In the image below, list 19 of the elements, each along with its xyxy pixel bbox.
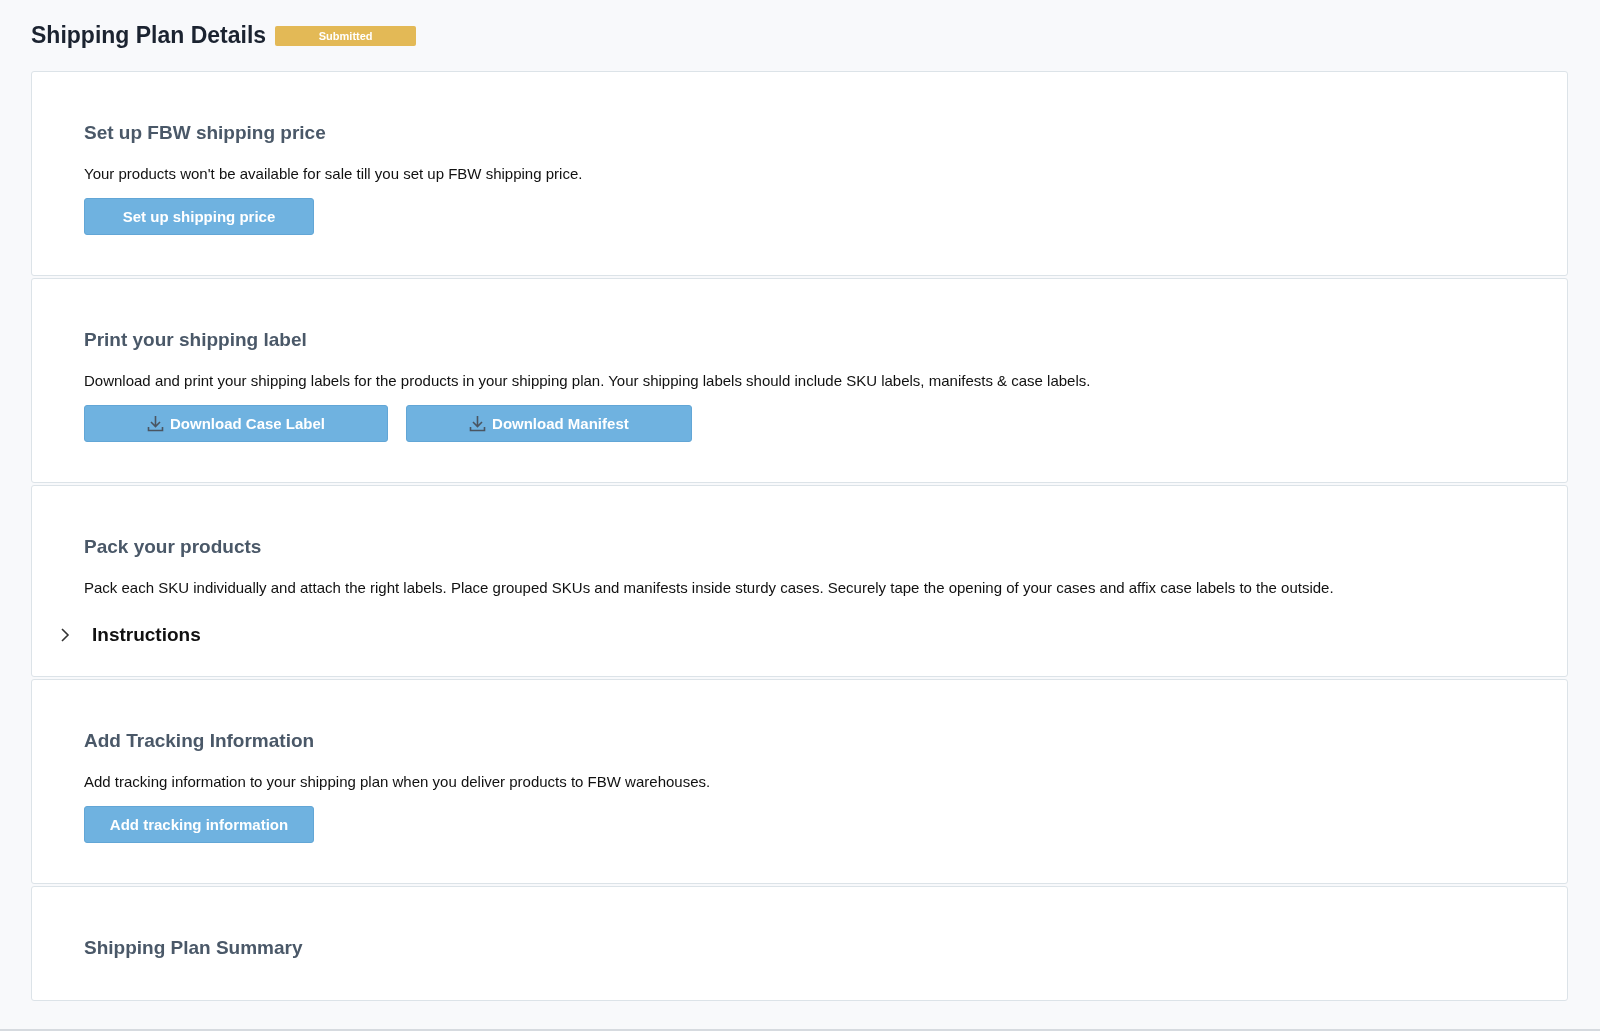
section-title: Print your shipping label	[84, 328, 308, 352]
page-title: Shipping Plan Details	[31, 21, 267, 49]
chevron-icon	[60, 627, 70, 643]
action-button[interactable]: Set up shipping price	[84, 198, 314, 235]
section-title: Add Tracking Information	[84, 729, 316, 753]
section-description: Add tracking information to your shipping plan when you deliver products to FBW warehouses.	[84, 772, 712, 792]
section-description: Your products won't be available for sale till you set up FBW shipping price.	[84, 164, 584, 184]
section-description: Pack each SKU individually and attach the right labels. Place grouped SKUs and manifests inside sturdy cases. Securely tape the opening of your cases and affix case labels to the outside.	[84, 578, 1335, 598]
download-button[interactable]: Download Case Label	[84, 405, 389, 442]
download-button[interactable]: Download Manifest	[406, 405, 692, 442]
section-title: Set up FBW shipping price	[84, 121, 327, 145]
section-description: Download and print your shipping labels for the products in your shipping plan. Your shipping labels should include SKU labels, manifests & case labels.	[84, 371, 1092, 391]
status-badge: Submitted	[275, 25, 417, 46]
download-icon	[147, 415, 164, 432]
action-button[interactable]: Add tracking information	[84, 806, 314, 843]
instructions-expander[interactable]: Instructions	[60, 624, 201, 646]
section-title: Shipping Plan Summary	[84, 936, 304, 960]
download-icon	[469, 415, 487, 432]
section-title: Pack your products	[84, 535, 263, 559]
